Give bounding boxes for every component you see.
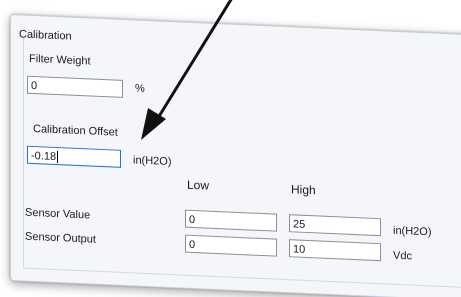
low-column-header: Low: [187, 177, 210, 193]
sensor-value-unit: in(H2O): [393, 224, 432, 239]
group-title: Calibration: [19, 28, 72, 43]
filter-weight-unit: %: [135, 82, 145, 95]
screenshot-scene: Calibration Filter Weight 0 % Calibratio…: [0, 0, 461, 297]
text-caret: [57, 151, 59, 164]
high-column-header: High: [291, 182, 316, 198]
calibration-panel: Calibration Filter Weight 0 % Calibratio…: [10, 14, 461, 297]
sensor-output-unit: Vdc: [393, 249, 412, 263]
calibration-offset-value: -0.18: [31, 149, 57, 164]
calibration-offset-unit: in(H2O): [133, 154, 172, 169]
